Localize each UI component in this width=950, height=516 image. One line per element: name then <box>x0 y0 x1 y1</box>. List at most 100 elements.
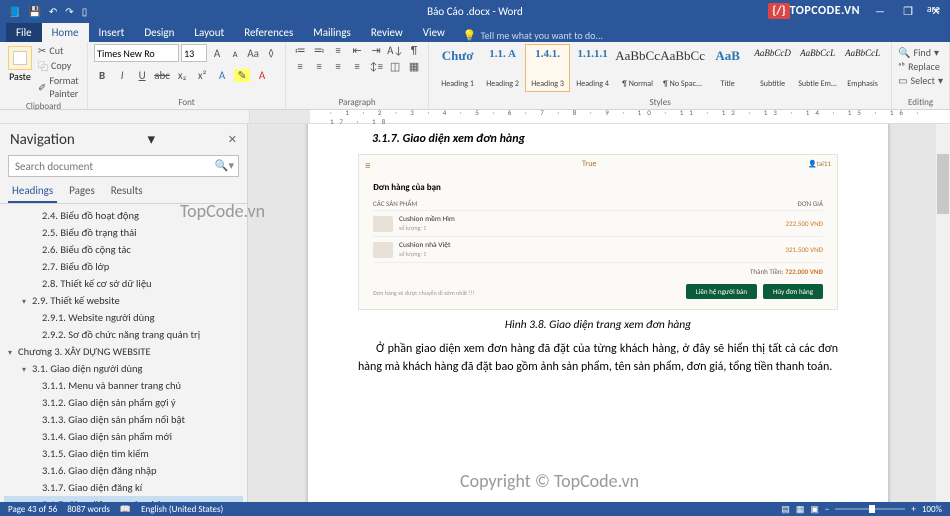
nav-item[interactable]: 2.9.1. Website người dùng <box>4 309 243 326</box>
nav-item[interactable]: 3.1.5. Giao diện tìm kiếm <box>4 445 243 462</box>
zoom-out-icon[interactable]: − <box>825 504 829 515</box>
nav-item[interactable]: 3.1.7. Giao diện đăng kí <box>4 479 243 496</box>
font-family-select[interactable] <box>94 44 179 62</box>
show-marks-icon[interactable]: ¶ <box>406 44 422 57</box>
subscript-button[interactable]: x₂ <box>174 69 190 82</box>
styles-gallery[interactable]: ChươHeading 11.1. AHeading 21.4.1.Headin… <box>435 44 885 96</box>
font-color-icon[interactable]: A <box>254 69 270 82</box>
superscript-button[interactable]: x² <box>194 69 210 82</box>
tab-references[interactable]: References <box>234 23 303 42</box>
nav-dropdown-icon[interactable]: ▾ <box>148 130 156 149</box>
highlight-icon[interactable]: ✎ <box>234 69 250 82</box>
style-item[interactable]: 1.1. AHeading 2 <box>480 44 525 92</box>
style-item[interactable]: AaBTitle <box>705 44 750 92</box>
style-item[interactable]: AaBbCcLSubtle Em... <box>795 44 840 92</box>
nav-close-icon[interactable]: ✕ <box>228 133 237 146</box>
inc-indent-icon[interactable]: ⇥ <box>368 44 384 57</box>
dec-indent-icon[interactable]: ⇤ <box>349 44 365 57</box>
restore-button[interactable]: ❐ <box>894 0 922 22</box>
select-button[interactable]: ▭Select ▾ <box>898 74 943 87</box>
style-item[interactable]: AaBbCc¶ No Spac... <box>660 44 705 92</box>
print-layout-icon[interactable]: ▦ <box>796 504 805 515</box>
bold-button[interactable]: B <box>94 69 110 82</box>
style-item[interactable]: 1.4.1.Heading 3 <box>525 44 570 92</box>
qat-redo-icon[interactable]: ↷ <box>65 5 73 18</box>
qat-touch-icon[interactable]: ▯ <box>82 5 88 18</box>
page-indicator[interactable]: Page 43 of 56 <box>8 504 57 515</box>
tab-insert[interactable]: Insert <box>89 23 135 42</box>
text-effects-icon[interactable]: A <box>214 69 230 82</box>
align-center-icon[interactable]: ≡ <box>311 60 327 73</box>
justify-icon[interactable]: ≡ <box>349 60 365 73</box>
strike-button[interactable]: abc <box>154 69 170 82</box>
zoom-in-icon[interactable]: + <box>911 504 915 515</box>
tab-view[interactable]: View <box>413 23 455 42</box>
nav-tab-results[interactable]: Results <box>107 181 147 203</box>
read-mode-icon[interactable]: ▤ <box>781 504 790 515</box>
clear-format-icon[interactable]: ◊ <box>263 47 279 60</box>
nav-item[interactable]: 2.9. Thiết kế website <box>4 292 243 309</box>
cut-button[interactable]: ✂Cut <box>38 44 81 57</box>
document-area[interactable]: 3.1.7. Giao diện xem đơn hàng ≡ True 👤ta… <box>248 124 950 502</box>
borders-icon[interactable]: ▦ <box>406 60 422 73</box>
language-indicator[interactable]: English (United States) <box>141 504 223 515</box>
tab-mailings[interactable]: Mailings <box>303 23 361 42</box>
multilevel-icon[interactable]: ≡ <box>330 44 346 57</box>
align-right-icon[interactable]: ≡ <box>330 60 346 73</box>
grow-font-icon[interactable]: A <box>209 47 225 60</box>
bullets-icon[interactable]: ≔ <box>292 44 308 57</box>
line-spacing-icon[interactable]: ↕≡ <box>368 60 384 73</box>
tab-file[interactable]: File <box>6 23 42 42</box>
nav-item[interactable]: 3.1. Giao diện người dùng <box>4 360 243 377</box>
numbering-icon[interactable]: ≕ <box>311 44 327 57</box>
tell-me-search[interactable]: Tell me what you want to do... <box>481 29 603 42</box>
nav-item[interactable]: 2.4. Biểu đồ hoạt động <box>4 207 243 224</box>
copy-button[interactable]: ⿻Copy <box>38 58 81 73</box>
nav-item[interactable]: 2.5. Biểu đồ trạng thái <box>4 224 243 241</box>
nav-tree[interactable]: 2.4. Biểu đồ hoạt động2.5. Biểu đồ trạng… <box>0 204 247 502</box>
nav-item[interactable]: 3.1.2. Giao diện sản phẩm gợi ý <box>4 394 243 411</box>
share-button[interactable]: are <box>927 2 940 15</box>
spell-check-icon[interactable]: 📖 <box>120 504 131 515</box>
shrink-font-icon[interactable]: ᴀ <box>227 47 243 60</box>
format-painter-button[interactable]: ✐Format Painter <box>38 74 81 100</box>
qat-save-icon[interactable]: 💾 <box>28 5 40 18</box>
change-case-icon[interactable]: Aa <box>245 47 261 60</box>
nav-item[interactable]: 3.1.6. Giao diện đăng nhập <box>4 462 243 479</box>
replace-button[interactable]: ᵃᵇReplace <box>898 60 940 73</box>
tab-home[interactable]: Home <box>42 23 89 42</box>
style-item[interactable]: AaBbCc¶ Normal <box>615 44 660 92</box>
zoom-level[interactable]: 100% <box>922 504 942 515</box>
web-layout-icon[interactable]: ▣ <box>810 504 819 515</box>
nav-item[interactable]: 2.9.2. Sơ đồ chức năng trang quản trị <box>4 326 243 343</box>
nav-search-input[interactable] <box>8 155 239 177</box>
underline-button[interactable]: U <box>134 69 150 82</box>
paste-button[interactable]: Paste <box>6 44 34 85</box>
nav-item[interactable]: Chương 3. XÂY DỰNG WEBSITE <box>4 343 243 360</box>
minimize-button[interactable]: — <box>866 0 894 22</box>
nav-item[interactable]: 2.6. Biểu đồ cộng tác <box>4 241 243 258</box>
nav-item[interactable]: 3.1.1. Menu và banner trang chủ <box>4 377 243 394</box>
find-button[interactable]: 🔍Find ▾ <box>898 46 939 59</box>
align-left-icon[interactable]: ≡ <box>292 60 308 73</box>
nav-item[interactable]: 2.7. Biểu đồ lớp <box>4 258 243 275</box>
italic-button[interactable]: I <box>114 69 130 82</box>
tab-design[interactable]: Design <box>134 23 184 42</box>
search-icon[interactable]: 🔍▾ <box>215 159 234 172</box>
qat-undo-icon[interactable]: ↶ <box>49 5 57 18</box>
style-item[interactable]: AaBbCcDSubtitle <box>750 44 795 92</box>
style-item[interactable]: 1.1.1.1Heading 4 <box>570 44 615 92</box>
zoom-slider[interactable] <box>835 508 905 510</box>
font-size-select[interactable] <box>181 44 207 62</box>
word-count[interactable]: 8087 words <box>67 504 110 515</box>
tab-layout[interactable]: Layout <box>184 23 234 42</box>
shading-icon[interactable]: ◫ <box>387 60 403 73</box>
nav-tab-headings[interactable]: Headings <box>8 181 57 203</box>
nav-item[interactable]: 3.1.4. Giao diện sản phẩm mới <box>4 428 243 445</box>
style-item[interactable]: AaBbCcLEmphasis <box>840 44 885 92</box>
style-item[interactable]: ChươHeading 1 <box>435 44 480 92</box>
nav-item[interactable]: 3.1.3. Giao diện sản phẩm nổi bật <box>4 411 243 428</box>
tab-review[interactable]: Review <box>361 23 413 42</box>
vertical-scrollbar[interactable] <box>936 124 950 502</box>
sort-icon[interactable]: A↓ <box>387 44 403 57</box>
